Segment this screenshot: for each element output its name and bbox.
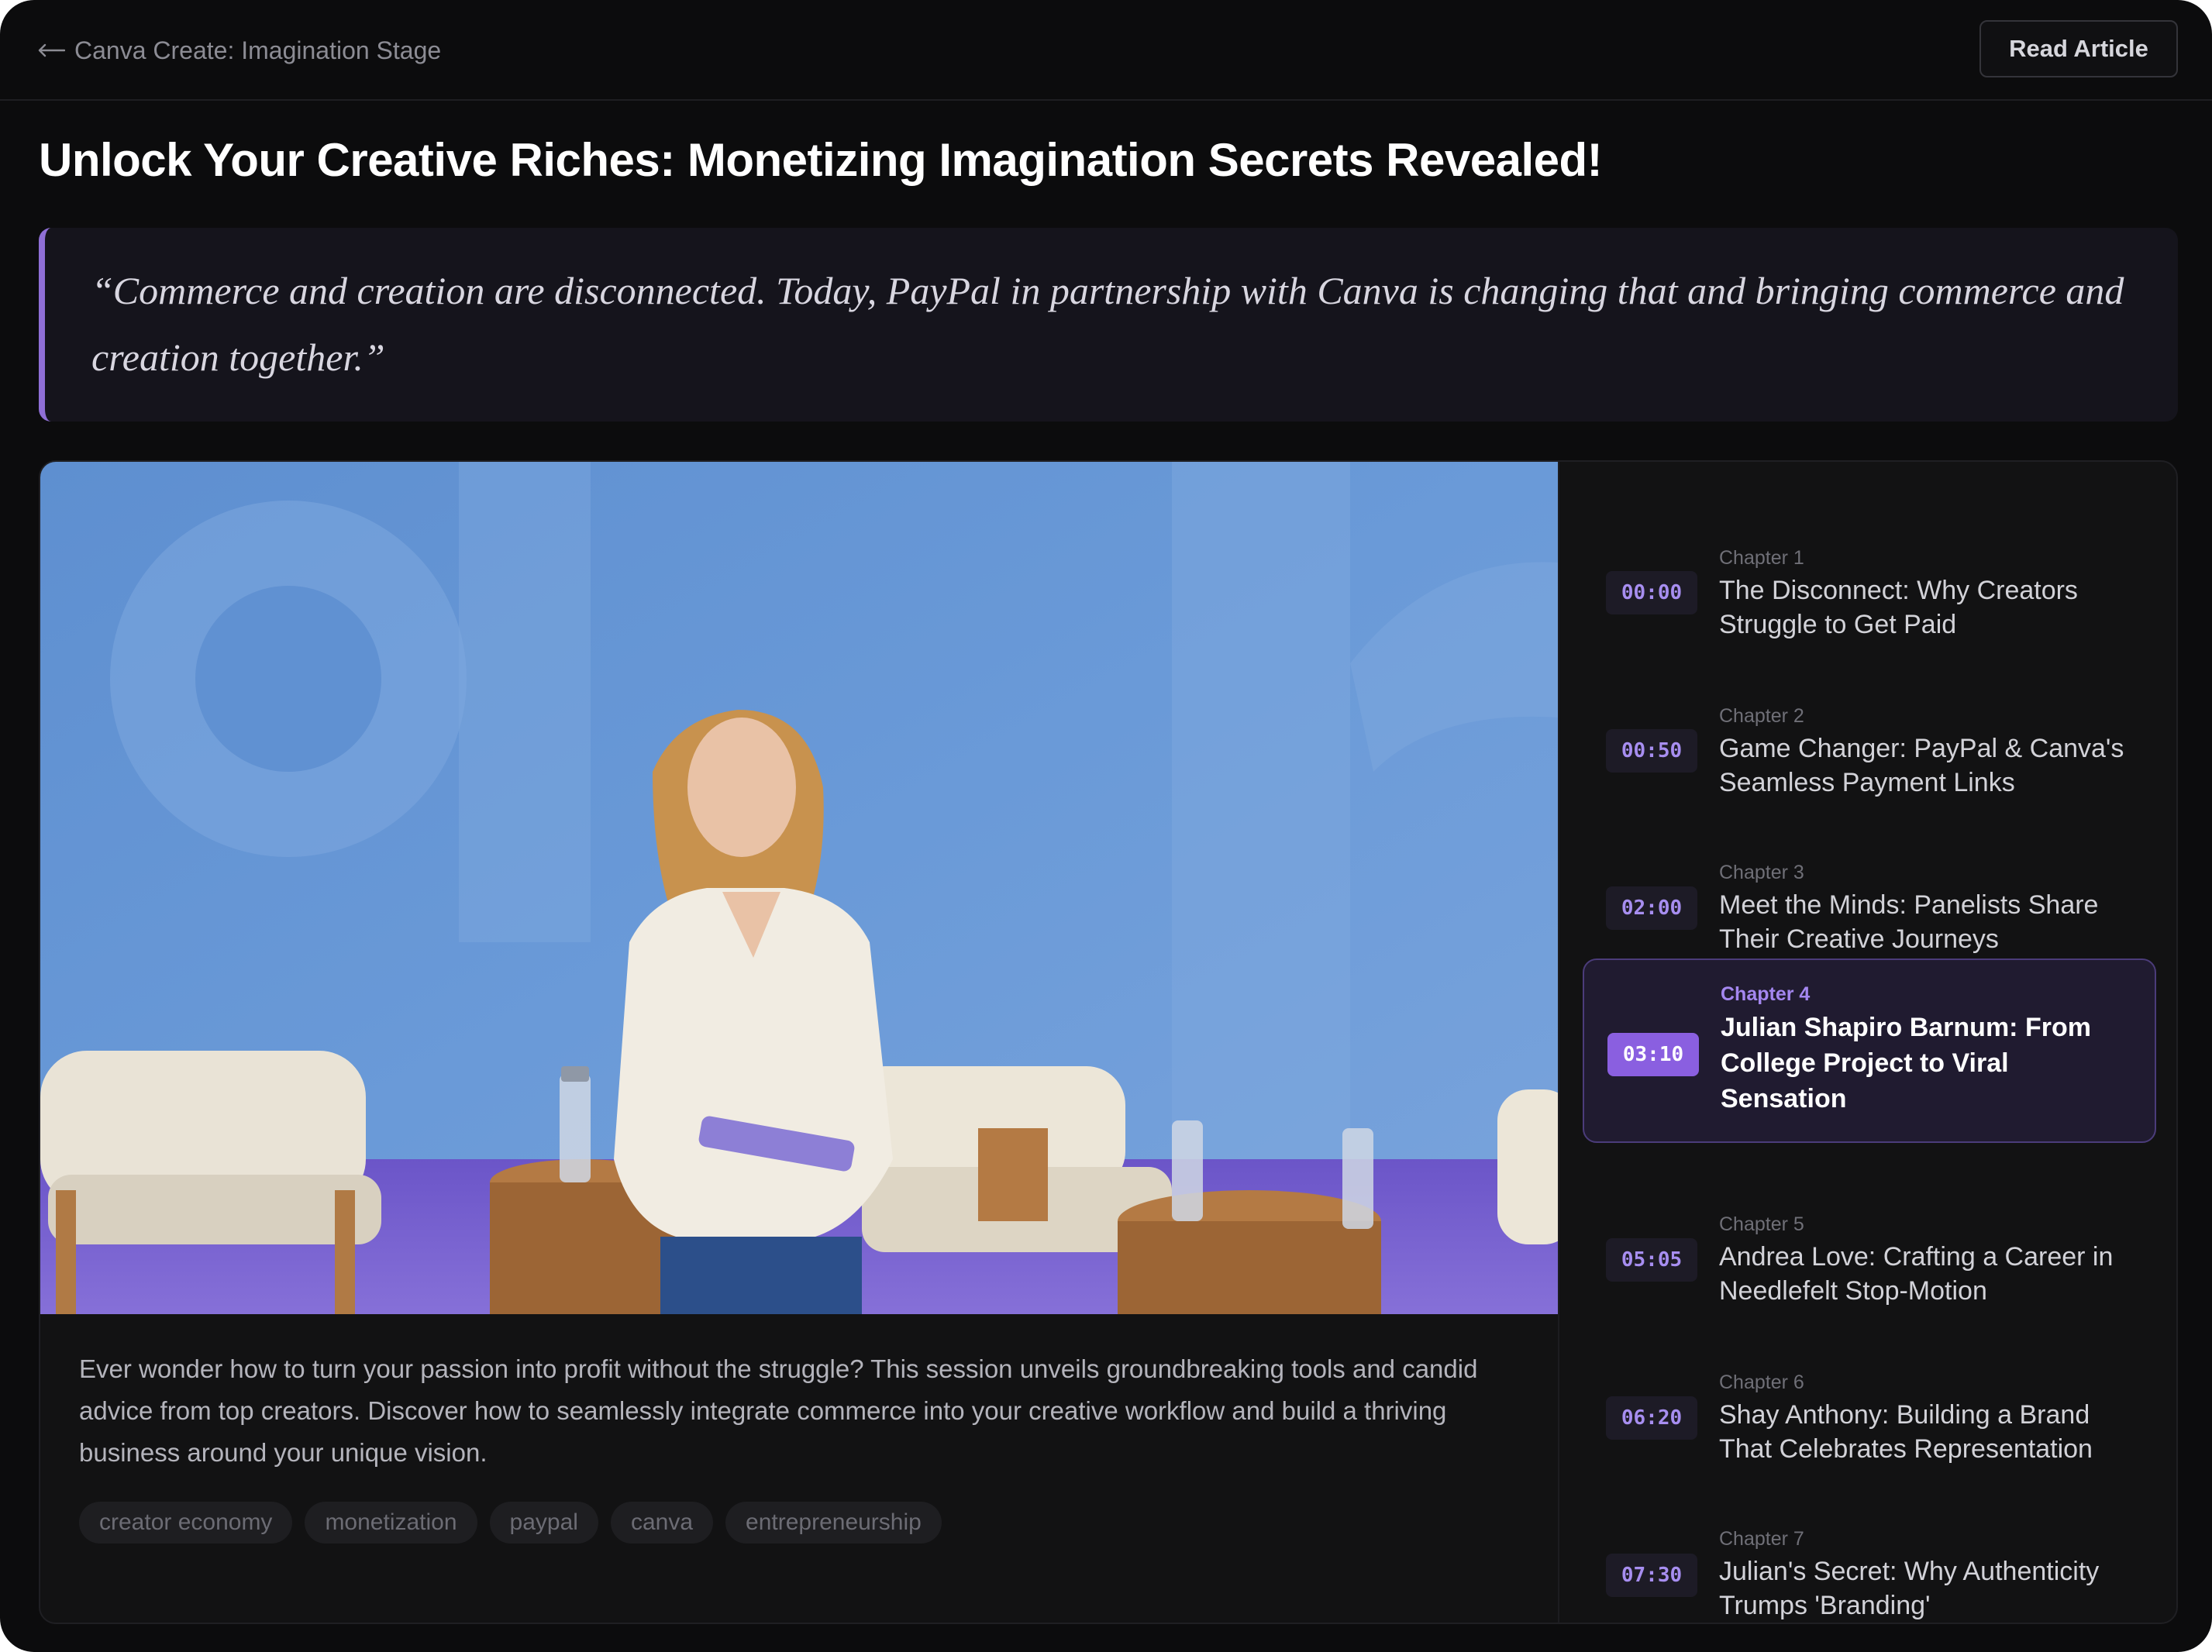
pull-quote: “Commerce and creation are disconnected.…	[39, 228, 2178, 422]
chapter-number: Chapter 2	[1719, 705, 1804, 727]
chapter-time: 03:10	[1607, 1033, 1699, 1076]
chapter-time: 02:00	[1606, 886, 1697, 930]
chapter-item[interactable]: 07:30 Chapter 7 Julian's Secret: Why Aut…	[1583, 1440, 2156, 1623]
back-link-label: Canva Create: Imagination Stage	[74, 36, 442, 64]
chapter-title: Julian's Secret: Why Authenticity Trumps…	[1719, 1557, 2100, 1620]
read-article-button[interactable]: Read Article	[1979, 20, 2178, 77]
tag-list: creator economy monetization paypal canv…	[79, 1502, 942, 1544]
video-card: Ever wonder how to turn your passion int…	[39, 460, 2178, 1624]
chapter-number: Chapter 5	[1719, 1213, 1804, 1235]
video-description: Ever wonder how to turn your passion int…	[79, 1354, 1478, 1467]
app-frame: Canva Create: Imagination Stage Read Art…	[0, 0, 2212, 1652]
tag-chip[interactable]: monetization	[305, 1502, 477, 1544]
tag-chip[interactable]: creator economy	[79, 1502, 293, 1544]
top-bar: Canva Create: Imagination Stage Read Art…	[0, 0, 2212, 101]
video-player[interactable]	[40, 462, 1558, 1314]
chapter-time: 05:05	[1606, 1238, 1697, 1282]
page-title: Unlock Your Creative Riches: Monetizing …	[39, 134, 1603, 186]
video-frame	[40, 462, 1558, 1314]
panel-divider	[1558, 462, 1559, 1623]
tag-chip[interactable]: entrepreneurship	[725, 1502, 942, 1544]
chapter-title: Meet the Minds: Panelists Share Their Cr…	[1719, 890, 2099, 954]
chapter-item-active[interactable]: 03:10 Chapter 4 Julian Shapiro Barnum: F…	[1583, 959, 2156, 1143]
chapter-time: 06:20	[1606, 1396, 1697, 1440]
chapter-number: Chapter 6	[1719, 1372, 1804, 1393]
chapter-number: Chapter 1	[1719, 547, 1804, 569]
chapter-number: Chapter 3	[1719, 862, 1804, 883]
quote-text: “Commerce and creation are disconnected.…	[91, 269, 2124, 379]
chapter-title: Andrea Love: Crafting a Career in Needle…	[1719, 1242, 2114, 1306]
chapter-list: 00:00 Chapter 1 The Disconnect: Why Crea…	[1583, 462, 2156, 1623]
chapter-number: Chapter 7	[1719, 1528, 1804, 1550]
chapter-time: 00:50	[1606, 729, 1697, 773]
tag-chip[interactable]: canva	[610, 1502, 714, 1544]
chapter-number: Chapter 4	[1721, 983, 1811, 1005]
chapter-title: Julian Shapiro Barnum: From College Proj…	[1721, 1013, 2091, 1113]
tag-chip[interactable]: paypal	[489, 1502, 598, 1544]
chapter-time: 07:30	[1606, 1554, 1697, 1597]
chapter-title: Game Changer: PayPal & Canva's Seamless …	[1719, 734, 2124, 797]
chapter-item[interactable]: 00:50 Chapter 2 Game Changer: PayPal & C…	[1583, 652, 2156, 837]
chapter-time: 00:00	[1606, 571, 1697, 614]
chapter-title: The Disconnect: Why Creators Struggle to…	[1719, 576, 2078, 639]
back-link[interactable]: Canva Create: Imagination Stage	[37, 31, 441, 70]
arrow-left-icon	[38, 43, 65, 57]
